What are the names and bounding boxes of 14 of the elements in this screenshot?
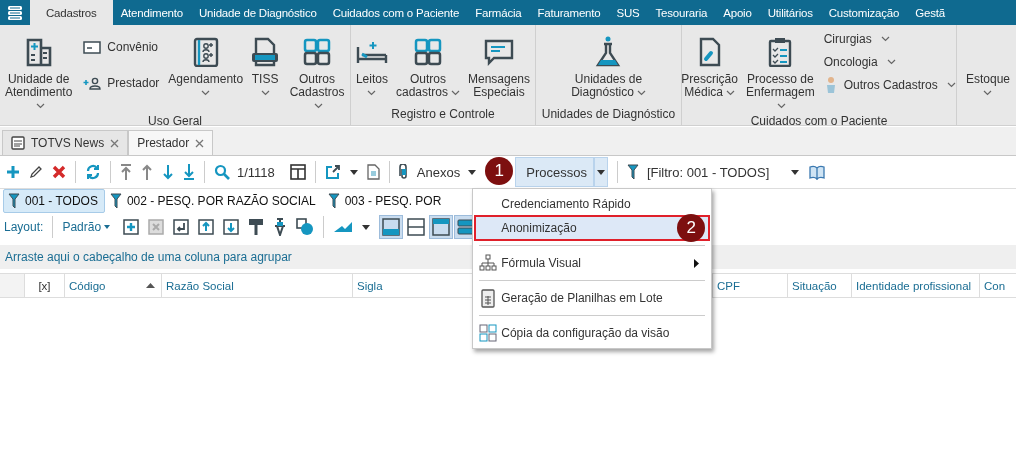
group-label: Uso Geral [147, 113, 203, 130]
group-hint: Arraste aqui o cabeçalho de uma coluna para agrupar [5, 250, 292, 264]
group-label: Registro e Controle [390, 106, 496, 123]
layout-label: Layout: [4, 220, 44, 234]
step-badge: 1 [485, 157, 514, 185]
tab-label: 001 - TODOS [25, 194, 98, 208]
step-badge: 2 [677, 214, 706, 242]
group-label: Unidades de Diagnóstico [540, 106, 677, 123]
tab-label: Prestador [137, 136, 190, 150]
record-counter: 1/1118 [237, 164, 275, 180]
tab-label: TOTVS News [31, 136, 105, 150]
group-label: Cuidados com o Paciente [749, 113, 889, 130]
tab-label: 003 - PESQ. POR [344, 194, 442, 208]
tab-label: 002 - PESQ. POR RAZÃO SOCIAL [126, 194, 316, 208]
